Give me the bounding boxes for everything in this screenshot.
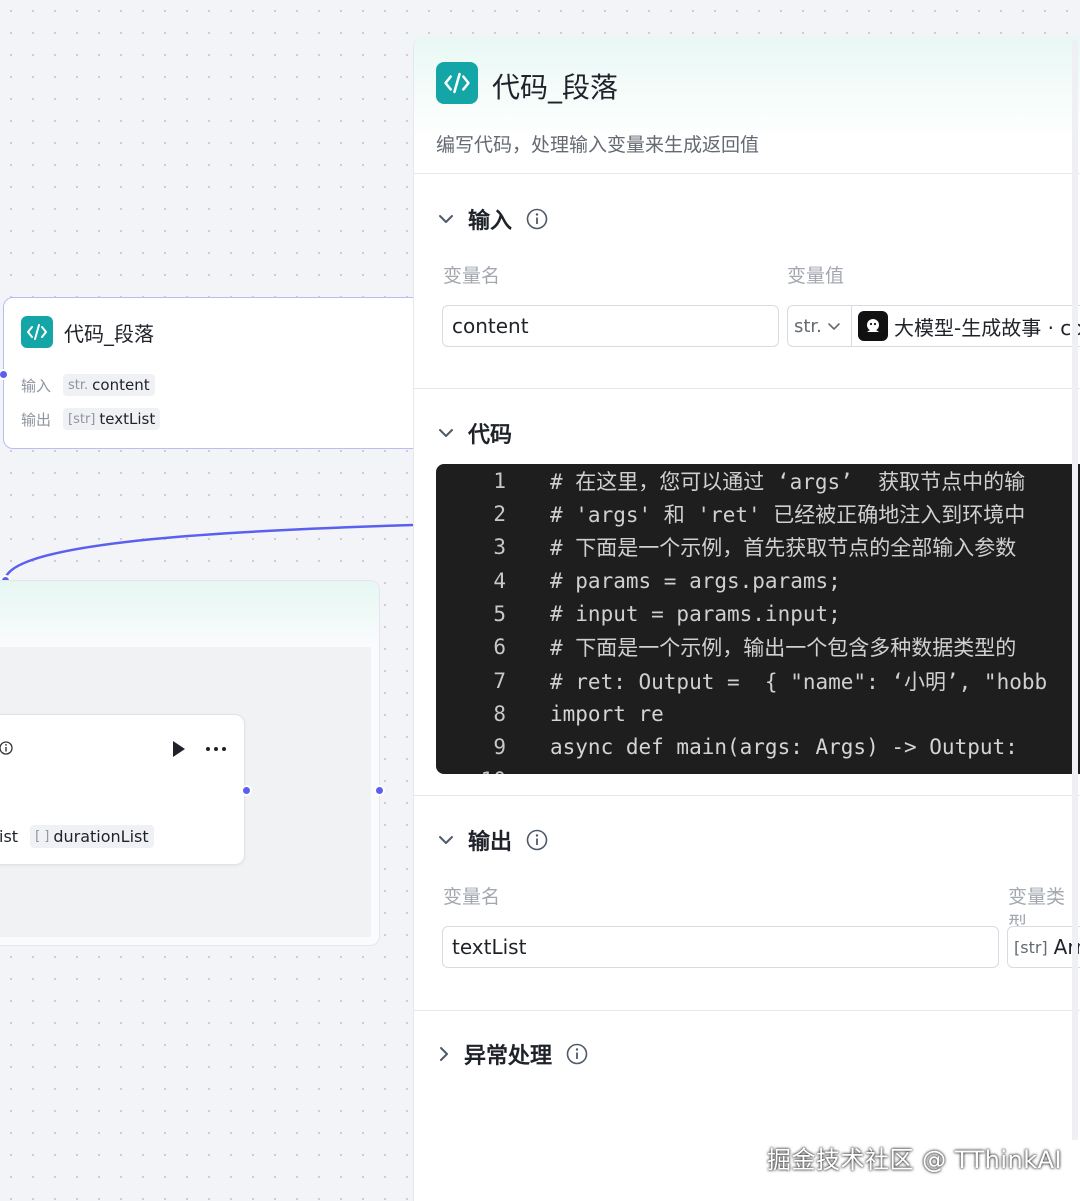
- var-name-column-label: 变量名: [443, 265, 501, 287]
- output-section-title: 输出: [468, 830, 513, 855]
- code-icon: [21, 316, 53, 348]
- output-var-name-field[interactable]: textList: [442, 926, 999, 968]
- output-section: 输出 变量名 变量类型 textList [str] Array: [414, 797, 1080, 1011]
- inner-output-var: durationList: [53, 827, 149, 846]
- chevron-down-icon[interactable]: [438, 835, 454, 845]
- node-input-var: content: [92, 376, 150, 394]
- array-type-tag: [str]: [1014, 937, 1048, 957]
- panel-title[interactable]: 代码_段落: [492, 66, 618, 106]
- more-icon[interactable]: [205, 741, 227, 760]
- input-section: 输入 变量名 变量值 content str. 大模型-生成故事 · co: [414, 175, 1080, 389]
- var-value-column-label: 变量值: [787, 265, 845, 287]
- code-text: import re: [550, 701, 664, 726]
- panel-description[interactable]: 编写代码，处理输入变量来生成返回值: [436, 130, 759, 157]
- code-node-card[interactable]: 代码_段落 输入 str. content 输出 [str] textList: [3, 297, 433, 449]
- array-type-tag: [ ]: [35, 829, 50, 844]
- code-text: # 'args' 和 'ret' 已经被正确地注入到环境中: [550, 502, 1026, 527]
- chevron-down-icon[interactable]: [438, 214, 454, 224]
- info-icon[interactable]: [566, 1043, 588, 1065]
- code-line: 7 # ret: Output = { "name": ‘小明’, "hobb: [436, 664, 1080, 697]
- info-icon: [0, 740, 13, 759]
- type-select[interactable]: str.: [788, 306, 852, 346]
- info-icon[interactable]: [526, 829, 548, 851]
- input-var-name-field[interactable]: content: [442, 305, 779, 347]
- line-number: 4: [493, 568, 506, 593]
- referenced-variable: 大模型-生成故事 · co: [894, 315, 1080, 340]
- node-header: 代码_段落: [21, 316, 154, 348]
- output-type-select[interactable]: [str] Array: [1007, 926, 1080, 968]
- inner-node-card[interactable]: ist [ ] durationList: [0, 714, 245, 865]
- node-output-var: textList: [99, 410, 156, 428]
- node-output-label: 输出: [21, 410, 52, 429]
- line-number: 6: [493, 634, 506, 659]
- error-section-title: 异常处理: [464, 1044, 553, 1069]
- var-name-column-label: 变量名: [443, 886, 501, 908]
- code-icon: [436, 62, 478, 104]
- loop-container-header: [0, 581, 379, 647]
- code-section-title: 代码: [468, 423, 513, 448]
- inner-output-row: ist [ ] durationList: [0, 825, 154, 848]
- inner-output-partial: ist: [0, 827, 19, 846]
- panel-header: 代码_段落 编写代码，处理输入变量来生成返回值: [414, 36, 1080, 174]
- type-select-value: str.: [794, 315, 822, 337]
- code-text: # ret: Output = { "name": ‘小明’, "hobb: [550, 669, 1048, 694]
- line-number: 5: [493, 601, 506, 626]
- input-section-title: 输入: [468, 209, 513, 234]
- code-line: 9 async def main(args: Args) -> Output:: [436, 730, 1080, 763]
- code-line: 3 # 下面是一个示例，首先获取节点的全部输入参数: [436, 530, 1080, 563]
- line-number: 9: [493, 734, 506, 759]
- line-number: 1: [493, 468, 506, 493]
- connection-edge[interactable]: [3, 523, 414, 581]
- code-line: 1 # 在这里，您可以通过 ‘args’ 获取节点中的输: [436, 464, 1080, 497]
- node-output-chip: [str] textList: [63, 408, 161, 430]
- inner-output-chip: [ ] durationList: [30, 825, 154, 848]
- input-section-header[interactable]: 输入: [438, 203, 548, 235]
- code-text: # 在这里，您可以通过 ‘args’ 获取节点中的输: [550, 469, 1026, 494]
- code-text: async def main(args: Args) -> Output:: [550, 734, 1018, 759]
- input-value-field[interactable]: str. 大模型-生成故事 · co: [787, 305, 1080, 347]
- node-input-row: 输入 str. content: [21, 374, 155, 396]
- code-line: 4 # params = args.params;: [436, 564, 1080, 597]
- line-number: 3: [493, 534, 506, 559]
- code-line: 8 import re: [436, 697, 1080, 730]
- error-section-header[interactable]: 异常处理: [438, 1038, 588, 1070]
- code-section-header[interactable]: 代码: [438, 417, 512, 449]
- output-section-header[interactable]: 输出: [438, 824, 548, 856]
- array-type-tag: [str]: [68, 411, 96, 427]
- code-text: # 下面是一个示例，输出一个包含多种数据类型的: [550, 635, 1017, 660]
- line-number: 2: [493, 501, 506, 526]
- node-title: 代码_段落: [64, 321, 154, 346]
- code-line: 5 # input = params.input;: [436, 597, 1080, 630]
- code-line: 6 # 下面是一个示例，输出一个包含多种数据类型的: [436, 630, 1080, 663]
- line-number: 8: [493, 701, 506, 726]
- play-icon[interactable]: [171, 740, 187, 762]
- code-line: 10: [436, 763, 1080, 775]
- str-type-tag: str.: [68, 377, 89, 393]
- node-input-chip: str. content: [63, 374, 155, 396]
- inner-output-port[interactable]: [241, 785, 252, 796]
- node-input-label: 输入: [21, 376, 52, 395]
- code-line: 2 # 'args' 和 'ret' 已经被正确地注入到环境中: [436, 497, 1080, 530]
- line-number: 7: [493, 668, 506, 693]
- code-editor[interactable]: 1 # 在这里，您可以通过 ‘args’ 获取节点中的输 2 # 'args' …: [436, 464, 1080, 774]
- loop-output-port[interactable]: [374, 785, 385, 796]
- watermark: 掘金技术社区 @ TThinkAI: [767, 1146, 1063, 1174]
- code-text: # params = args.params;: [550, 568, 841, 593]
- panel-scrollbar[interactable]: [1072, 40, 1078, 1140]
- code-text: # input = params.input;: [550, 601, 841, 626]
- line-number: 10: [436, 768, 506, 775]
- node-config-panel: 代码_段落 编写代码，处理输入变量来生成返回值 输入 变量名 变量值 conte…: [413, 36, 1080, 1201]
- node-output-row: 输出 [str] textList: [21, 408, 161, 430]
- chevron-down-icon: [828, 322, 840, 330]
- chevron-down-icon[interactable]: [438, 428, 454, 438]
- chevron-right-icon[interactable]: [438, 1046, 450, 1062]
- info-icon[interactable]: [526, 208, 548, 230]
- model-node-icon: [858, 311, 888, 341]
- code-text: # 下面是一个示例，首先获取节点的全部输入参数: [550, 535, 1017, 560]
